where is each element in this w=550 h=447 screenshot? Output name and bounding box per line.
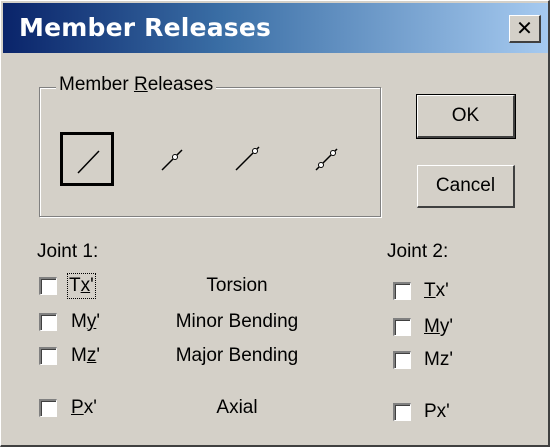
joint2-mz-label[interactable]: Mz' xyxy=(424,349,453,371)
group-legend: Member Releases xyxy=(56,74,217,96)
release-option-both[interactable] xyxy=(302,132,356,186)
joint1-mz-checkbox[interactable] xyxy=(39,347,57,365)
cancel-button[interactable]: Cancel xyxy=(417,165,515,208)
joint1-my-checkbox[interactable] xyxy=(39,313,57,331)
joint1-tx-checkbox[interactable] xyxy=(39,277,57,295)
title-bar[interactable]: Member Releases ✕ xyxy=(3,3,548,53)
torsion-label: Torsion xyxy=(206,275,268,296)
minor-bending-label: Minor Bending xyxy=(175,311,299,332)
joint2-my-label[interactable]: My' xyxy=(424,316,453,338)
joint1-tx-label[interactable]: Tx' xyxy=(67,273,96,299)
joint1-my-label[interactable]: My' xyxy=(71,311,100,333)
joint2-mz-checkbox[interactable] xyxy=(393,351,411,369)
axial-label: Axial xyxy=(216,397,258,418)
close-icon: ✕ xyxy=(516,16,533,40)
end-release-icon xyxy=(235,146,260,171)
joint2-px-checkbox[interactable] xyxy=(393,403,411,421)
member-line-icon xyxy=(77,150,100,174)
joint2-title: Joint 2: xyxy=(387,241,449,262)
member-releases-group: Member Releases xyxy=(39,74,381,217)
release-option-start[interactable] xyxy=(146,132,200,186)
ok-button[interactable]: OK xyxy=(416,94,516,139)
joint2-my-checkbox[interactable] xyxy=(393,318,411,336)
joint2-tx-checkbox[interactable] xyxy=(393,282,411,300)
joint1-px-checkbox[interactable] xyxy=(39,399,57,417)
start-release-icon xyxy=(161,149,183,171)
release-option-none[interactable] xyxy=(60,132,114,186)
major-bending-label: Major Bending xyxy=(175,345,299,366)
close-button[interactable]: ✕ xyxy=(509,15,541,43)
both-release-icon xyxy=(315,148,338,171)
member-releases-dialog: Member Releases ✕ Member Releases OK Can… xyxy=(0,0,550,447)
joint2-tx-label[interactable]: Tx' xyxy=(424,280,449,302)
window-title: Member Releases xyxy=(19,13,272,42)
joint1-px-label[interactable]: Px' xyxy=(71,397,97,419)
joint2-px-label[interactable]: Px' xyxy=(424,401,450,423)
joint1-title: Joint 1: xyxy=(37,241,99,262)
joint1-mz-label[interactable]: Mz' xyxy=(71,345,100,367)
release-option-end[interactable] xyxy=(222,132,276,186)
